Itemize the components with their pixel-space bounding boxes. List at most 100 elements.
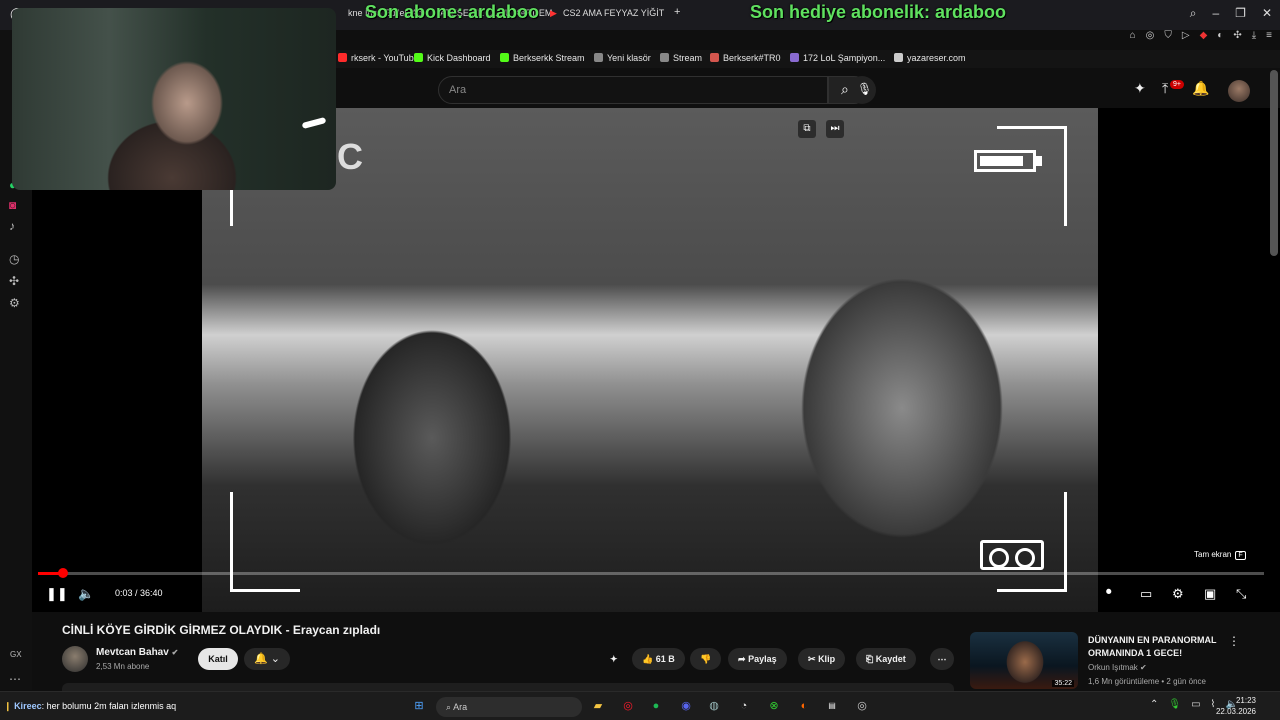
- dislike-button[interactable]: 👎: [690, 648, 722, 670]
- subtitles-icon[interactable]: ▭: [1140, 586, 1152, 602]
- chat-avatar-icon: ❙: [4, 701, 12, 711]
- more-icon[interactable]: ⋯: [9, 672, 21, 686]
- save-button[interactable]: ⎗ Kaydet: [856, 648, 916, 670]
- notifications-icon[interactable]: 🔔: [1192, 80, 1209, 97]
- autoplay-toggle-icon[interactable]: ⏺: [1106, 586, 1112, 599]
- restore-button[interactable]: ❐: [1235, 6, 1246, 21]
- bookmark-label: Berkserkk Stream: [513, 53, 585, 63]
- settings-icon[interactable]: ⚙: [9, 296, 20, 310]
- bookmark-item[interactable]: 172 LoL Şampiyon...: [790, 53, 885, 63]
- recommended-thumbnail[interactable]: 35:22: [970, 632, 1078, 689]
- snapshot-icon[interactable]: ◎: [1146, 30, 1155, 46]
- description-box[interactable]: [62, 683, 954, 691]
- window-controls: ⌕ – ❐ ✕: [1190, 6, 1272, 21]
- clip-button[interactable]: ✂ Klip: [798, 648, 846, 670]
- bookmark-item[interactable]: yazareser.com: [894, 53, 966, 63]
- chevron-up-icon[interactable]: ⌃: [1150, 699, 1158, 710]
- bookmark-label: Yeni klasör: [607, 53, 651, 63]
- steam-icon[interactable]: ◍: [706, 698, 722, 714]
- bookmark-item[interactable]: Yeni klasör: [594, 53, 651, 63]
- create-icon[interactable]: ✦: [1134, 80, 1146, 97]
- extension-icon[interactable]: ◆: [1200, 30, 1208, 46]
- bookmark-label: Berkserk#TR0: [723, 53, 781, 63]
- more-actions-button[interactable]: ⋯: [930, 648, 954, 670]
- browser-tab[interactable]: CS2 AMA FEYYAZ YİĞİT: [563, 8, 664, 18]
- theater-mode-icon[interactable]: ▣: [1204, 586, 1216, 602]
- channel-name[interactable]: Mevtcan Bahav ✔: [96, 647, 178, 658]
- extension-icon[interactable]: ⌂: [1130, 30, 1136, 46]
- app-icon[interactable]: ◎: [854, 698, 870, 714]
- bookmark-item[interactable]: Stream: [660, 53, 702, 63]
- chevron-down-icon: ⌄: [270, 653, 280, 665]
- create-icon[interactable]: ✦: [610, 648, 618, 670]
- search-input[interactable]: Ara: [438, 76, 828, 104]
- upload-icon[interactable]: ⤒: [1162, 80, 1168, 97]
- miniplayer-icon[interactable]: ⧉: [798, 120, 816, 138]
- windows-start-icon[interactable]: ⊞: [411, 698, 427, 714]
- bookmark-item[interactable]: Kick Dashboard: [414, 53, 491, 63]
- file-explorer-icon[interactable]: ▰: [590, 698, 606, 714]
- page-scrollbar[interactable]: [1270, 70, 1278, 256]
- spotify-icon[interactable]: ●: [648, 698, 664, 714]
- recommended-channel[interactable]: Orkun Işıtmak ✔: [1088, 663, 1147, 672]
- share-button[interactable]: ➦ Paylaş: [728, 648, 787, 670]
- like-button[interactable]: 👍 61 B: [632, 648, 685, 670]
- xbox-icon[interactable]: ⊗: [766, 698, 782, 714]
- instagram-icon[interactable]: ◙: [9, 198, 16, 212]
- extension-icon[interactable]: ◐: [1217, 30, 1223, 46]
- history-icon[interactable]: ◷: [9, 252, 19, 266]
- network-icon[interactable]: ▭: [1191, 699, 1200, 710]
- settings-icon[interactable]: ⚙: [1172, 586, 1184, 602]
- minimize-button[interactable]: –: [1212, 6, 1219, 21]
- subscriber-count: 2,53 Mn abone: [96, 662, 150, 671]
- ea-app-icon[interactable]: ◐: [796, 698, 812, 714]
- epic-games-icon[interactable]: ▤: [824, 698, 840, 714]
- bookmark-label: 172 LoL Şampiyon...: [803, 53, 886, 63]
- extensions-bar: ⌂ ◎ ⛉ ▷ ◆ ◐ ✣ ⤓ ≡: [1130, 30, 1272, 46]
- join-button[interactable]: Katıl: [198, 648, 238, 670]
- chat-username: Kireec: [14, 701, 42, 711]
- share-label: Paylaş: [748, 654, 777, 664]
- new-tab-button[interactable]: +: [674, 6, 680, 18]
- bookmark-item[interactable]: rkserk - YouTube: [338, 53, 419, 63]
- more-icon: ⋯: [937, 654, 947, 664]
- bookmark-item[interactable]: Berkserk#TR0: [710, 53, 781, 63]
- extensions-icon[interactable]: ✣: [9, 274, 19, 288]
- cassette-icon: [980, 540, 1044, 570]
- search-tabs-icon[interactable]: ⌕: [1190, 6, 1197, 21]
- subscribe-bell-button[interactable]: 🔔 ⌄: [244, 648, 290, 670]
- video-frame[interactable]: C ⧉ ⏭: [202, 108, 1098, 612]
- menu-icon[interactable]: ≡: [1266, 30, 1272, 46]
- bookmark-label: Kick Dashboard: [427, 53, 491, 63]
- pause-icon[interactable]: ❚❚: [46, 586, 68, 602]
- tiktok-icon[interactable]: ♪: [9, 219, 15, 233]
- next-icon[interactable]: ⏭: [826, 120, 844, 138]
- download-icon[interactable]: ⤓: [1252, 30, 1256, 46]
- fullscreen-icon[interactable]: ⤡: [1236, 586, 1246, 602]
- bookmark-item[interactable]: Berkserkk Stream: [500, 53, 585, 63]
- volume-icon[interactable]: 🔈: [78, 586, 94, 602]
- obs-icon[interactable]: ◔: [736, 698, 752, 714]
- microphone-icon[interactable]: 🎙: [1168, 699, 1181, 710]
- recommended-title[interactable]: DÜNYANIN EN PARANORMAL ORMANINDA 1 GECE!: [1088, 634, 1228, 660]
- puzzle-icon[interactable]: ✣: [1233, 30, 1241, 46]
- wifi-icon[interactable]: ⌇: [1211, 699, 1216, 710]
- progress-scrubber[interactable]: [57, 568, 68, 578]
- opera-gx-icon[interactable]: ◎: [620, 698, 636, 714]
- gx-label: GX: [10, 650, 22, 659]
- bookmark-icon: [414, 53, 423, 62]
- voice-search-button[interactable]: 🎙: [848, 76, 876, 104]
- channel-avatar[interactable]: [62, 646, 88, 672]
- shield-icon[interactable]: ⛉: [1164, 30, 1172, 46]
- discord-icon[interactable]: ◉: [678, 698, 694, 714]
- scissors-icon: ✂: [808, 654, 816, 664]
- play-icon[interactable]: ▷: [1182, 30, 1190, 46]
- share-icon: ➦: [738, 654, 746, 664]
- close-button[interactable]: ✕: [1262, 6, 1272, 21]
- taskbar-search[interactable]: ⌕ Ara: [436, 697, 582, 717]
- more-options-icon[interactable]: ⋮: [1228, 634, 1240, 648]
- account-avatar[interactable]: [1228, 80, 1250, 102]
- system-clock[interactable]: 21:23 22.03.2026: [1216, 695, 1256, 717]
- bookmark-label: Stream: [673, 53, 703, 63]
- progress-bar[interactable]: [38, 568, 1264, 578]
